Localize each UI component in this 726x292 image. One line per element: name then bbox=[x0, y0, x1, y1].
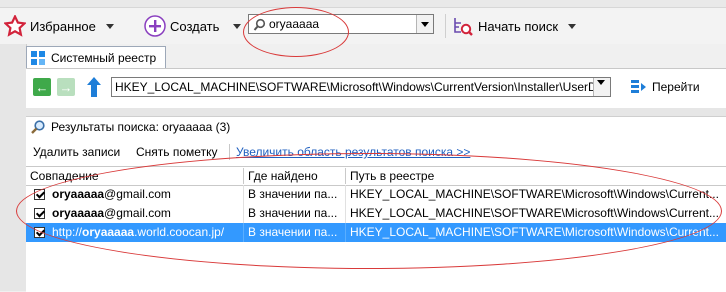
path-cell: HKEY_LOCAL_MACHINE\SOFTWARE\Microsoft\Wi… bbox=[350, 187, 719, 201]
create-label: Создать bbox=[170, 18, 220, 34]
where-cell: В значении па... bbox=[244, 223, 346, 242]
start-search-button[interactable]: Начать поиск bbox=[452, 13, 577, 39]
favorites-button[interactable]: Избранное bbox=[3, 13, 114, 39]
results-title: Результаты поиска: oryaaaaa (3) bbox=[30, 118, 230, 136]
chevron-down-icon bbox=[233, 23, 242, 29]
arrow-up-icon bbox=[85, 77, 103, 101]
left-gutter bbox=[0, 44, 27, 291]
match-cell: http://oryaaaaa.world.coocan.jp/ bbox=[48, 223, 244, 242]
row-checkbox[interactable] bbox=[34, 227, 45, 238]
row-checkbox[interactable] bbox=[34, 208, 45, 219]
results-toolbar: Удалить записи Снять пометку Увеличить о… bbox=[26, 140, 726, 164]
go-icon bbox=[630, 78, 648, 96]
match-cell: oryaaaaa@gmail.com bbox=[48, 204, 244, 223]
table-row[interactable]: oryaaaaa@gmail.com В значении па... HKEY… bbox=[26, 204, 726, 223]
create-button[interactable]: Создать bbox=[144, 13, 242, 39]
row-checkbox[interactable] bbox=[34, 189, 45, 200]
window-top-strip bbox=[0, 0, 726, 8]
chevron-down-icon bbox=[421, 21, 429, 27]
search-combobox[interactable] bbox=[248, 14, 434, 34]
results-grid-header: Совпадение Где найдено Путь в реестре bbox=[26, 166, 726, 186]
chevron-down-icon bbox=[597, 80, 605, 85]
plus-circle-icon bbox=[144, 15, 166, 37]
favorites-label: Избранное bbox=[30, 18, 96, 34]
arrow-right-icon: → bbox=[59, 79, 73, 95]
start-search-label: Начать поиск bbox=[478, 18, 559, 34]
column-header-where[interactable]: Где найдено bbox=[244, 168, 346, 184]
panel-gap bbox=[0, 108, 726, 116]
arrow-left-icon: ← bbox=[35, 79, 49, 95]
chevron-down-icon bbox=[568, 23, 577, 29]
column-header-path[interactable]: Путь в реестре bbox=[346, 168, 726, 184]
registry-path-combobox[interactable]: HKEY_LOCAL_MACHINE\SOFTWARE\Microsoft\Wi… bbox=[111, 77, 611, 97]
registry-icon bbox=[31, 50, 45, 65]
back-button[interactable]: ← bbox=[33, 78, 51, 96]
go-label: Перейти bbox=[652, 80, 700, 94]
match-highlight: oryaaaaa bbox=[52, 187, 105, 201]
unmark-button[interactable]: Снять пометку bbox=[136, 145, 217, 159]
expand-results-link[interactable]: Увеличить область результатов поиска >> bbox=[236, 145, 470, 159]
search-icon bbox=[30, 119, 46, 135]
table-row[interactable]: oryaaaaa@gmail.com В значении па... HKEY… bbox=[26, 185, 726, 204]
toolbar-separator bbox=[229, 144, 230, 160]
path-cell: HKEY_LOCAL_MACHINE\SOFTWARE\Microsoft\Wi… bbox=[350, 225, 719, 239]
match-highlight: oryaaaaa bbox=[82, 225, 135, 239]
match-cell: oryaaaaa@gmail.com bbox=[48, 185, 244, 204]
path-dropdown-button[interactable] bbox=[593, 78, 610, 96]
where-cell: В значении па... bbox=[244, 204, 346, 223]
tree-search-icon bbox=[452, 15, 474, 37]
path-cell: HKEY_LOCAL_MACHINE\SOFTWARE\Microsoft\Wi… bbox=[350, 206, 719, 220]
tab-label: Системный реестр bbox=[51, 50, 157, 65]
column-header-match[interactable]: Совпадение bbox=[26, 168, 244, 184]
search-icon bbox=[253, 18, 267, 32]
table-row-selected[interactable]: http://oryaaaaa.world.coocan.jp/ В значе… bbox=[26, 223, 726, 242]
toolbar-separator bbox=[445, 14, 446, 38]
go-button[interactable]: Перейти bbox=[630, 74, 700, 100]
search-dropdown-button[interactable] bbox=[416, 15, 433, 33]
registry-path-value: HKEY_LOCAL_MACHINE\SOFTWARE\Microsoft\Wi… bbox=[115, 80, 607, 94]
tab-system-registry[interactable]: Системный реестр bbox=[26, 46, 166, 68]
up-button[interactable] bbox=[85, 76, 103, 98]
where-cell: В значении па... bbox=[244, 185, 346, 204]
search-input[interactable] bbox=[269, 16, 415, 32]
chevron-down-icon bbox=[105, 23, 114, 29]
delete-records-button[interactable]: Удалить записи bbox=[33, 145, 120, 159]
forward-button[interactable]: → bbox=[57, 78, 75, 96]
results-title-text: Результаты поиска: oryaaaaa (3) bbox=[51, 120, 231, 134]
match-highlight: oryaaaaa bbox=[52, 206, 105, 220]
star-icon bbox=[3, 13, 27, 37]
